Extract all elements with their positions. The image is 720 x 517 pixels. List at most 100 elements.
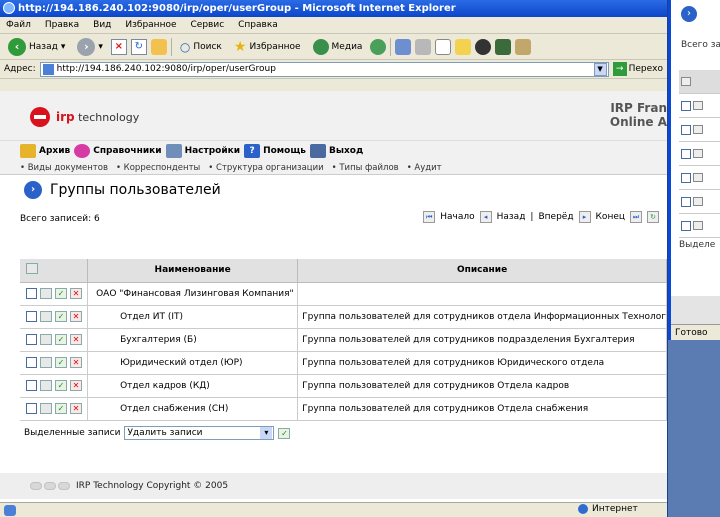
table-row[interactable]: ✓ ✕ Отдел ИТ (IT) Группа пользователей для … [20,305,667,329]
edit-check-icon[interactable]: ✓ [55,288,67,299]
delete-icon[interactable]: ✕ [70,380,82,391]
mail-icon[interactable] [395,38,412,55]
view-icon[interactable] [693,149,703,158]
row-checkbox[interactable] [26,357,37,368]
view-icon[interactable] [693,221,703,230]
menu-exit[interactable]: Выход [309,144,363,158]
background-table-row[interactable] [679,118,720,142]
row-checkbox[interactable] [26,403,37,414]
first-page-icon[interactable]: ⏮ [423,211,436,223]
last-page-icon[interactable]: ⏭ [630,211,642,223]
view-icon[interactable] [40,403,52,414]
menu-settings[interactable]: Настройки [165,144,240,158]
header-description[interactable]: Описание [297,259,667,283]
view-icon[interactable] [40,334,52,345]
row-checkbox[interactable] [681,220,691,231]
submenu-audit[interactable]: • Аудит [407,163,442,173]
menu-help[interactable]: ? Помощь [244,144,306,158]
view-icon[interactable] [40,288,52,299]
submenu-file-types[interactable]: • Типы файлов [332,163,399,173]
header-name[interactable]: Наименование [87,259,299,283]
row-checkbox[interactable] [681,148,691,159]
view-icon[interactable] [693,197,703,206]
chevron-down-icon[interactable]: ▼ [593,62,607,76]
submenu-correspondents[interactable]: • Корреспонденты [116,163,200,173]
pager-prev[interactable]: Назад [497,212,526,222]
menu-edit[interactable]: Правка [45,20,79,30]
messenger-icon[interactable] [475,38,492,55]
site-logo[interactable]: irp technology [30,107,139,127]
menu-directories[interactable]: Справочники [74,144,162,158]
history-icon[interactable] [370,38,387,55]
back-button[interactable]: ‹ Назад ▾ [4,36,69,58]
menu-view[interactable]: Вид [93,20,111,30]
table-row[interactable]: ✓ ✕ ОАО "Финансовая Лизинговая Компания" [20,282,667,306]
submenu-doc-types[interactable]: • Виды документов [20,163,108,173]
edit-check-icon[interactable]: ✓ [55,311,67,322]
menu-help[interactable]: Справка [238,20,278,30]
home-icon[interactable] [150,38,167,55]
view-icon[interactable] [693,125,703,134]
go-button[interactable]: → Перехо [612,62,667,76]
table-row[interactable]: ✓ ✕ Бухгалтерия (Б) Группа пользователей дл… [20,328,667,352]
research-icon[interactable] [515,38,532,55]
folder-icon[interactable] [455,38,472,55]
row-checkbox[interactable] [681,124,691,135]
menu-archive[interactable]: Архив [20,144,70,158]
row-actions: ✓ ✕ [20,351,89,375]
prev-page-icon[interactable]: ◂ [479,211,492,223]
submenu-org-structure[interactable]: • Структура организации [208,163,323,173]
address-input[interactable]: http://194.186.240.102:9080/irp/oper/use… [39,61,609,77]
view-icon[interactable] [40,380,52,391]
delete-icon[interactable]: ✕ [70,288,82,299]
stop-icon[interactable]: × [110,38,127,55]
background-table-row[interactable] [679,190,720,214]
menu-file[interactable]: Файл [6,20,31,30]
edit-check-icon[interactable]: ✓ [55,380,67,391]
row-checkbox[interactable] [26,288,37,299]
delete-icon[interactable]: ✕ [70,311,82,322]
edit-check-icon[interactable]: ✓ [55,357,67,368]
view-icon[interactable] [40,357,52,368]
search-button[interactable]: ○ Поиск [176,36,226,58]
edit-check-icon[interactable]: ✓ [55,334,67,345]
view-icon[interactable] [693,101,703,110]
background-window: › Всего за Выделе Готово [668,0,720,340]
menu-tools[interactable]: Сервис [191,20,225,30]
refresh-icon[interactable]: ↻ [647,211,659,223]
row-checkbox[interactable] [26,334,37,345]
background-table-row[interactable] [679,166,720,190]
table-row[interactable]: ✓ ✕ Юридический отдел (ЮР) Группа пользоват… [20,351,667,375]
pager-last[interactable]: Конец [596,212,625,222]
media-button[interactable]: Медиа [309,36,367,58]
background-table-row[interactable] [679,142,720,166]
table-row[interactable]: ✓ ✕ Отдел кадров (КД) Группа пользователей … [20,374,667,398]
next-page-icon[interactable]: ▸ [578,211,591,223]
refresh-icon[interactable]: ↻ [130,38,147,55]
row-checkbox[interactable] [681,100,691,111]
edit-check-icon[interactable]: ✓ [55,403,67,414]
tool-icon[interactable] [495,38,512,55]
favorites-button[interactable]: ★ Избранное [230,36,305,58]
menu-favorites[interactable]: Избранное [125,20,176,30]
background-table-row[interactable] [679,94,720,118]
table-row[interactable]: ✓ ✕ Отдел снабжения (СН) Группа пользовател… [20,397,667,421]
forward-button[interactable]: › ▾ [73,36,107,58]
action-select[interactable]: Удалить записи [124,426,275,441]
apply-icon[interactable]: ✓ [278,427,291,439]
delete-icon[interactable]: ✕ [70,334,82,345]
row-checkbox[interactable] [681,196,691,207]
edit-icon[interactable] [435,38,452,55]
view-icon[interactable] [693,173,703,182]
view-icon[interactable] [40,311,52,322]
print-icon[interactable] [415,38,432,55]
delete-icon[interactable]: ✕ [70,357,82,368]
row-checkbox[interactable] [681,172,691,183]
delete-icon[interactable]: ✕ [70,403,82,414]
pager-next[interactable]: Вперёд [538,212,573,222]
background-table-row[interactable] [679,214,720,238]
pager-first[interactable]: Начало [440,212,474,222]
row-checkbox[interactable] [26,311,37,322]
row-checkbox[interactable] [26,380,37,391]
window-titlebar[interactable]: http://194.186.240.102:9080/irp/oper/use… [0,0,667,17]
